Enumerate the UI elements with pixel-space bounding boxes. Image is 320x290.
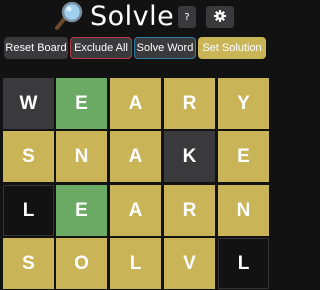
- letter-tile[interactable]: L: [218, 238, 269, 289]
- letter-tile[interactable]: N: [218, 185, 269, 236]
- header: Solvle ?: [0, 0, 270, 34]
- letter-tile[interactable]: O: [56, 238, 107, 289]
- letter-tile[interactable]: L: [110, 238, 161, 289]
- gear-icon: [214, 9, 226, 25]
- letter-tile[interactable]: E: [56, 185, 107, 236]
- letter-tile[interactable]: N: [56, 131, 107, 182]
- letter-tile[interactable]: V: [164, 238, 215, 289]
- magnifier-icon: [54, 1, 84, 31]
- letter-tile[interactable]: A: [110, 78, 161, 129]
- help-button[interactable]: ?: [178, 6, 196, 28]
- letter-tile[interactable]: R: [164, 78, 215, 129]
- letter-tile[interactable]: Y: [218, 78, 269, 129]
- letter-tile[interactable]: R: [164, 185, 215, 236]
- app-title-text: Solvle: [90, 0, 175, 32]
- letter-tile[interactable]: S: [3, 131, 54, 182]
- help-button-label: ?: [184, 11, 190, 23]
- letter-tile[interactable]: A: [110, 185, 161, 236]
- letter-tile[interactable]: A: [110, 131, 161, 182]
- exclude-all-button[interactable]: Exclude All: [70, 37, 132, 59]
- letter-tile[interactable]: W: [3, 78, 54, 129]
- letter-tile[interactable]: L: [3, 185, 54, 236]
- letter-tile[interactable]: E: [56, 78, 107, 129]
- letter-tile[interactable]: K: [164, 131, 215, 182]
- letter-tile[interactable]: S: [3, 238, 54, 289]
- settings-button[interactable]: [206, 6, 234, 28]
- app-title: Solvle: [54, 0, 175, 32]
- reset-board-button[interactable]: Reset Board: [4, 37, 68, 59]
- solve-word-button[interactable]: Solve Word: [134, 37, 196, 59]
- set-solution-button[interactable]: Set Solution: [198, 37, 266, 59]
- letter-tile[interactable]: E: [218, 131, 269, 182]
